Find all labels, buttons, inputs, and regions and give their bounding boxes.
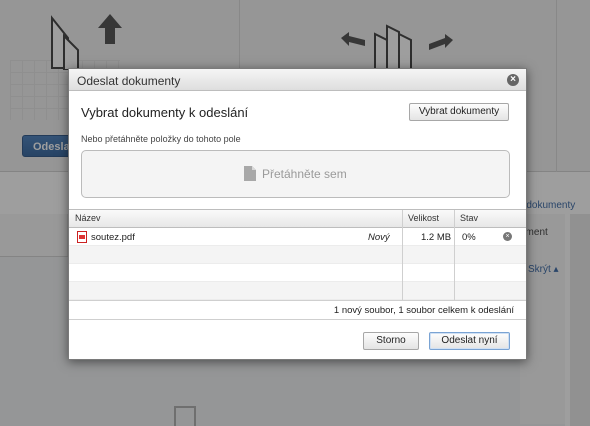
file-flag: Nový: [368, 232, 390, 243]
dialog-header: Odeslat dokumenty ×: [69, 69, 526, 91]
remove-file-icon[interactable]: ×: [503, 232, 512, 241]
table-row: [69, 264, 526, 282]
dropzone-hint: Nebo přetáhněte položky do tohoto pole: [81, 134, 241, 144]
table-row: [69, 282, 526, 300]
file-name: soutez.pdf: [91, 232, 135, 243]
document-icon: [244, 166, 256, 181]
column-header-size[interactable]: Velikost: [402, 210, 454, 228]
table-row[interactable]: soutez.pdf Nový 1.2 MB 0% ×: [69, 228, 526, 246]
cancel-button[interactable]: Storno: [363, 332, 419, 350]
dropzone[interactable]: Přetáhněte sem: [81, 150, 510, 198]
close-icon[interactable]: ×: [507, 74, 519, 86]
table-row: [69, 246, 526, 264]
dialog-title: Odeslat dokumenty: [77, 74, 181, 88]
column-header-status[interactable]: Stav: [454, 210, 526, 228]
upload-summary-bar: 1 nový soubor, 1 soubor celkem k odeslán…: [69, 300, 526, 318]
column-separator: [454, 210, 455, 300]
file-status: 0%: [462, 232, 476, 243]
send-now-button[interactable]: Odeslat nyní: [429, 332, 510, 350]
dropzone-content: Přetáhněte sem: [244, 166, 347, 181]
pdf-file-icon: [77, 231, 87, 243]
dropzone-label: Přetáhněte sem: [262, 166, 347, 181]
upload-dialog: Odeslat dokumenty × Vybrat dokumenty k o…: [68, 68, 527, 360]
file-size: 1.2 MB: [421, 232, 452, 243]
select-documents-button[interactable]: Vybrat dokumenty: [409, 103, 509, 121]
upload-summary: 1 nový soubor, 1 soubor celkem k odeslán…: [333, 305, 514, 316]
column-header-name[interactable]: Název: [69, 210, 402, 228]
dialog-footer: Storno Odeslat nyní: [69, 319, 526, 359]
column-separator: [402, 210, 403, 300]
section-title: Vybrat dokumenty k odeslání: [81, 105, 249, 120]
